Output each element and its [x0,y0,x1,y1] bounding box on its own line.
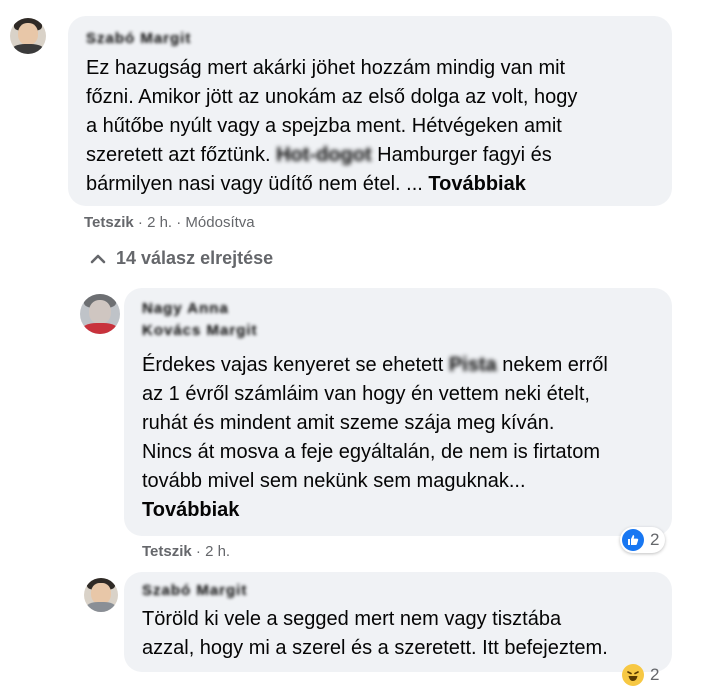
mentioned-name[interactable]: Pista [449,354,497,376]
comment-line: az 1 évről számláim van hogy én vettem n… [142,383,590,405]
hide-replies-toggle[interactable]: 14 válasz elrejtése [90,248,273,269]
comment-line: Töröld ki vele a segged mert nem vagy ti… [142,608,562,630]
like-button[interactable]: Tetszik [142,543,192,560]
avatar[interactable] [84,578,118,612]
hide-replies-label: 14 válasz elrejtése [116,248,274,268]
reaction-summary[interactable]: 2 [620,527,666,553]
reply-author-secondary: Kovács Margit [142,322,258,339]
avatar[interactable] [10,18,46,54]
chevron-up-icon [90,248,106,269]
comment-line: tovább mivel sem nekünk sem maguknak... [142,470,526,492]
reply-actions: Tetszik · 2 h. [142,543,230,560]
comment-meta: · 2 h. · Módosítva [133,214,255,231]
reaction-count: 2 [650,665,660,684]
haha-reaction-icon [622,664,644,686]
comment-line: ruhát és mindent amit szeme szája meg kí… [142,412,555,434]
comment-bubble: Szabó Margit Ez hazugság mert akárki jöh… [68,16,672,206]
reply-bubble: Szabó Margit Töröld ki vele a segged mer… [124,572,672,672]
reaction-summary[interactable]: 2 [620,662,665,688]
comment-line: a hűtőbe nyúlt vagy a spejzba ment. Hétv… [86,115,562,137]
reply-author[interactable]: Nagy Anna [142,300,229,317]
comment-text: Érdekes vajas kenyeret se ehetett [142,354,449,376]
reply-author[interactable]: Szabó Margit [142,582,247,599]
comment-text: Hamburger fagyi és [371,144,552,166]
comment-line: azzal, hogy mi a szerel és a szeretett. … [142,637,608,659]
comment-line: Ez hazugság mert akárki jöhet hozzám min… [86,57,566,79]
mentioned-name[interactable]: Hot-dogot [276,144,372,166]
comment-text: szeretett azt főztünk. [86,144,277,166]
like-reaction-icon [622,529,644,551]
comment-line: Nincs át mosva a feje egyáltalán, de nem… [142,441,600,463]
see-more-link[interactable]: Továbbiak [428,173,525,195]
comment-meta: · 2 h. [191,543,231,560]
comment-line: bármilyen nasi vagy üdítő nem étel. ... … [86,170,526,199]
reaction-count: 2 [650,530,660,549]
reply-bubble: Nagy Anna Kovács Margit Érdekes vajas ke… [124,288,672,536]
like-button[interactable]: Tetszik [84,214,134,231]
comment-actions: Tetszik · 2 h. · Módosítva [84,214,255,231]
comment-author[interactable]: Szabó Margit [86,30,191,47]
comment-line: főzni. Amikor jött az unokám az első dol… [86,86,578,108]
avatar[interactable] [80,294,120,334]
comment-line: szeretett azt főztünk. Hot-dogot Hamburg… [86,141,552,170]
see-more-link[interactable]: Továbbiak [142,496,239,525]
comment-text: bármilyen nasi vagy üdítő nem étel. ... [86,173,429,195]
comment-line: Érdekes vajas kenyeret se ehetett Pista … [142,351,608,380]
comment-text: nekem erről [496,354,608,376]
